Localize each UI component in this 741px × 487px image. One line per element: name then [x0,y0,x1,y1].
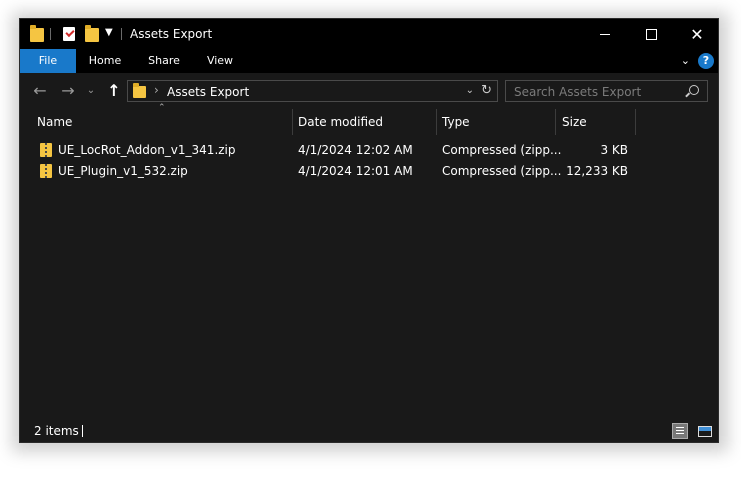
breadcrumb-current[interactable]: Assets Export [167,85,249,99]
status-divider [82,425,83,437]
file-date: 4/1/2024 12:02 AM [298,143,413,157]
close-icon: ✕ [690,24,704,44]
address-bar[interactable]: › Assets Export ⌄ ↻ [127,80,498,102]
close-button[interactable]: ✕ [674,19,718,49]
tab-share[interactable]: Share [142,49,186,73]
up-button[interactable]: ↑ [104,81,124,101]
expand-ribbon-chevron-icon[interactable]: ⌄ [681,54,690,67]
explorer-window: ▼ Assets Export ✕ File Home Share View ⌄… [19,18,719,443]
breadcrumb-chevron-icon[interactable]: › [154,83,159,97]
minimize-button[interactable] [582,19,628,49]
file-date: 4/1/2024 12:01 AM [298,164,413,178]
tab-home[interactable]: Home [84,49,126,73]
minimize-icon [600,33,610,35]
maximize-button[interactable] [628,19,674,49]
file-type: Compressed (zipp... [442,164,562,178]
file-row[interactable]: UE_LocRot_Addon_v1_341.zip 4/1/2024 12:0… [20,140,718,160]
back-button[interactable]: ← [30,81,50,101]
help-button[interactable]: ? [698,53,714,69]
recent-locations-button[interactable]: ⌄ [85,81,97,101]
column-header-size[interactable]: Size [562,111,587,133]
navigation-bar: ← → ⌄ ↑ › Assets Export ⌄ ↻ Search Asset… [20,73,718,111]
file-name: UE_Plugin_v1_532.zip [58,164,188,178]
zip-file-icon [40,164,52,178]
item-count: 2 items [34,424,79,438]
search-box[interactable]: Search Assets Export [505,80,708,102]
title-divider [121,28,122,40]
column-headers: ⌃ Name Date modified Type Size [20,103,718,135]
maximize-icon [645,28,657,40]
customize-toolbar-dropdown-icon[interactable]: ▼ [105,27,113,38]
zip-file-icon [40,143,52,157]
file-type: Compressed (zipp... [442,143,562,157]
tab-file[interactable]: File [20,49,76,73]
new-folder-icon[interactable] [85,25,99,42]
properties-icon[interactable] [63,27,75,41]
tab-view[interactable]: View [200,49,240,73]
title-bar[interactable]: ▼ Assets Export ✕ [20,19,718,49]
search-icon[interactable] [689,85,699,95]
forward-button[interactable]: → [58,81,78,101]
file-size: 3 KB [600,143,628,157]
status-bar: 2 items [20,419,718,442]
ribbon-tabs: File Home Share View ⌄ ? [20,49,718,73]
arrow-right-icon: → [61,81,75,100]
column-divider[interactable] [292,109,293,135]
large-icons-view-button[interactable] [697,423,713,439]
sort-ascending-icon: ⌃ [158,103,166,113]
details-view-button[interactable] [672,423,688,439]
file-size: 12,233 KB [566,164,628,178]
file-name: UE_LocRot_Addon_v1_341.zip [58,143,236,157]
address-folder-icon [133,83,146,98]
address-dropdown-icon[interactable]: ⌄ [466,85,474,96]
refresh-icon[interactable]: ↻ [481,83,492,98]
chevron-down-icon: ⌄ [86,85,96,96]
arrow-up-icon: ↑ [107,81,121,100]
column-divider[interactable] [555,109,556,135]
window-title: Assets Export [130,27,213,41]
column-header-date-modified[interactable]: Date modified [298,111,383,133]
column-header-type[interactable]: Type [442,111,470,133]
column-divider[interactable] [635,109,636,135]
column-divider[interactable] [436,109,437,135]
search-input[interactable]: Search Assets Export [514,85,641,99]
folder-icon [30,25,44,42]
toolbar-divider [50,28,51,40]
column-header-name[interactable]: Name [37,111,72,133]
arrow-left-icon: ← [33,81,47,100]
file-row[interactable]: UE_Plugin_v1_532.zip 4/1/2024 12:01 AM C… [20,161,718,181]
